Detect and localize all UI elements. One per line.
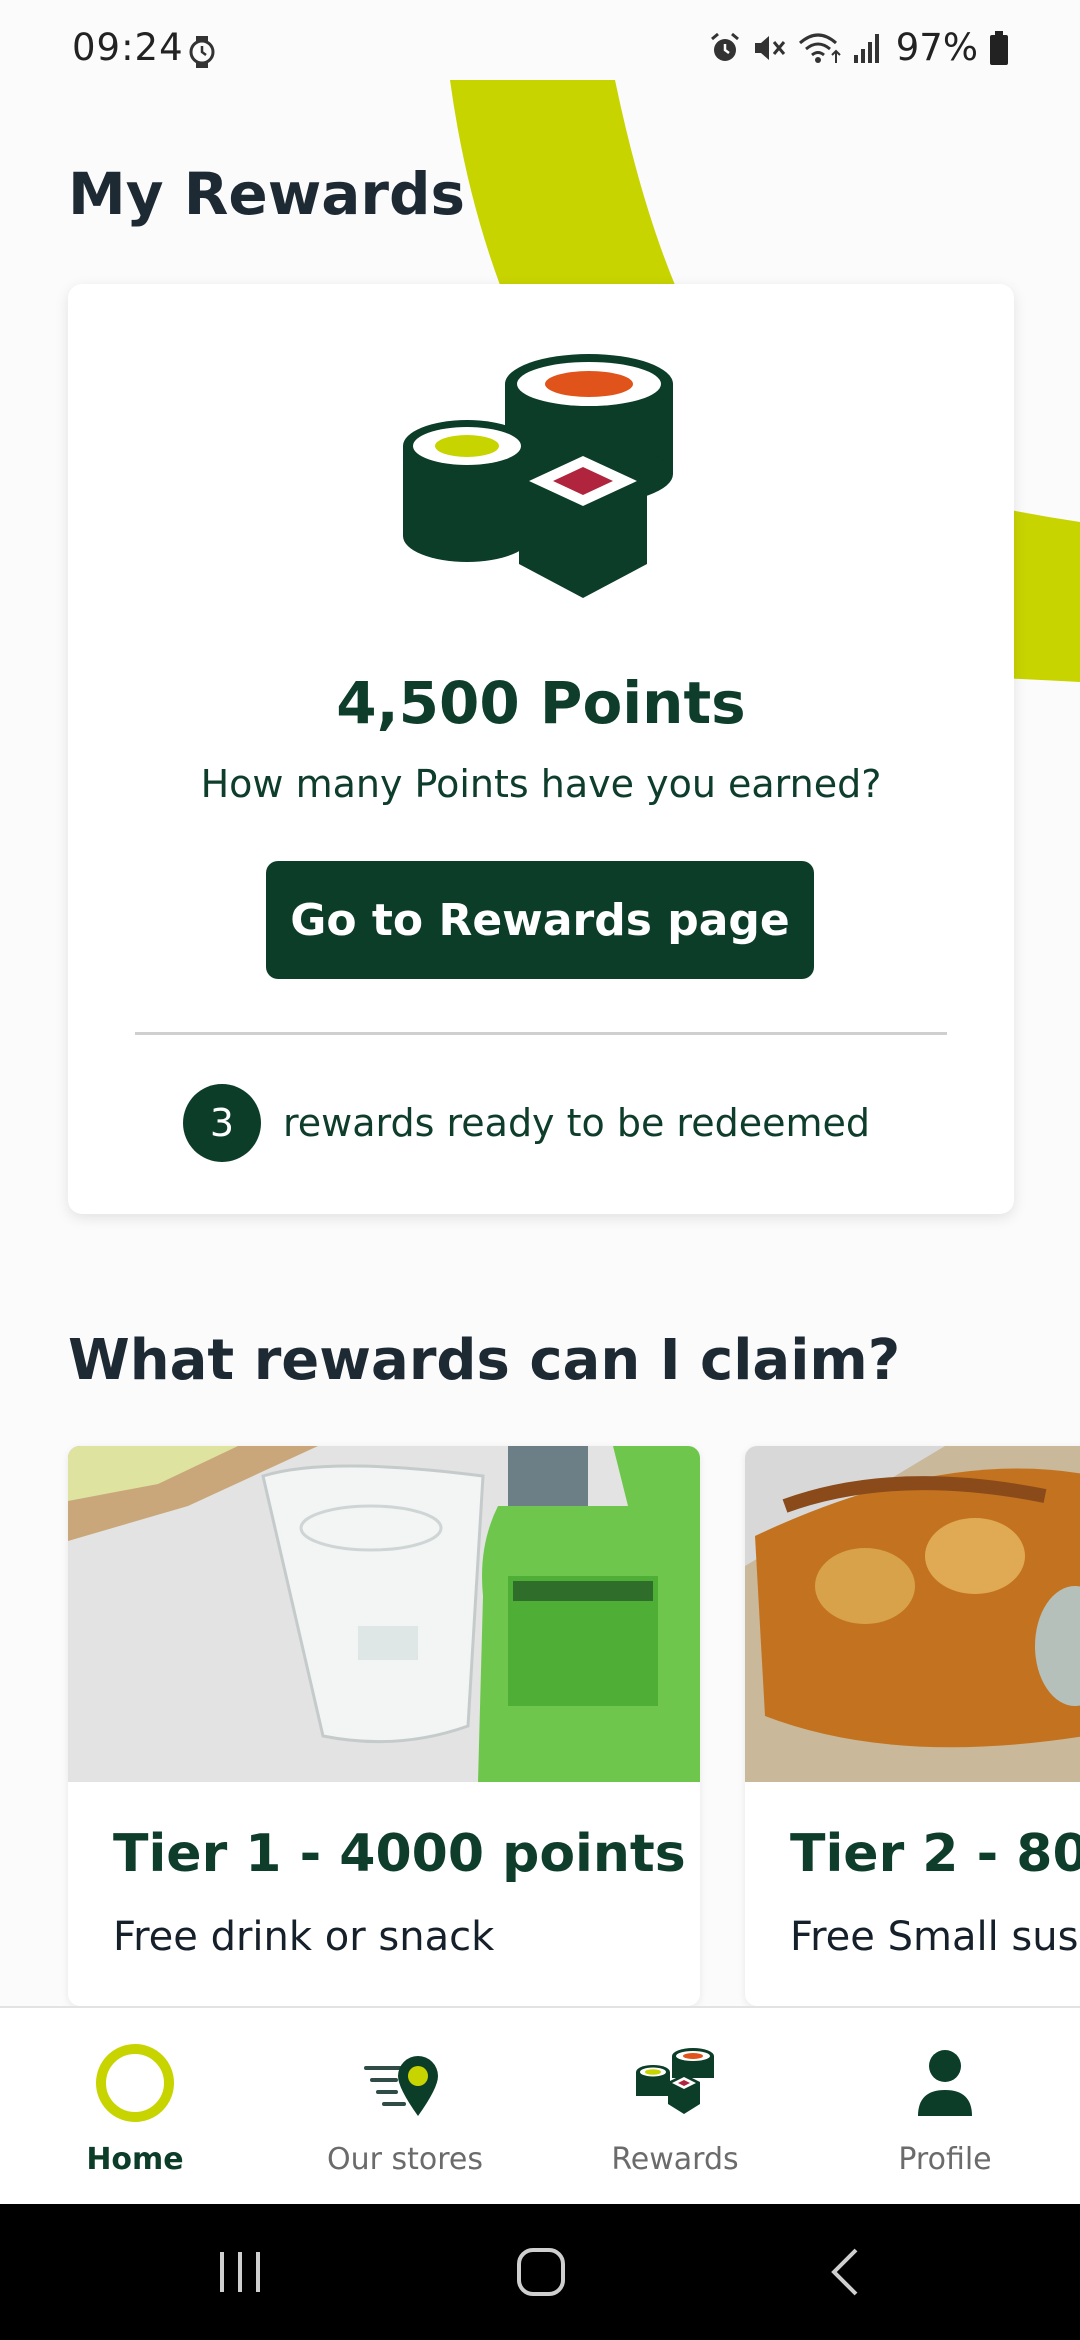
card-divider — [135, 1032, 947, 1035]
nav-profile-label: Profile — [898, 2142, 992, 2177]
nav-home[interactable]: Home — [0, 2008, 270, 2204]
tier-2-description: Free Small sushi — [790, 1914, 1080, 1960]
nav-home-label: Home — [86, 2142, 184, 2177]
tier-2-title: Tier 2 - 8000 points — [790, 1824, 1080, 1884]
section-title: What rewards can I claim? — [68, 1328, 901, 1393]
signal-icon — [853, 33, 879, 63]
redeem-text: rewards ready to be redeemed — [283, 1101, 870, 1145]
nav-our-stores[interactable]: Our stores — [270, 2008, 540, 2204]
back-icon[interactable] — [816, 2244, 876, 2300]
system-navigation-bar — [0, 2204, 1080, 2340]
decorative-lime-stripe-top — [450, 80, 675, 285]
redeemable-rewards-row[interactable]: 3 rewards ready to be redeemed — [183, 1084, 870, 1162]
points-question: How many Points have you earned? — [200, 762, 882, 806]
mute-icon — [754, 35, 785, 60]
tier-1-description: Free drink or snack — [113, 1914, 495, 1960]
battery-level: 97% — [895, 26, 978, 69]
recent-apps-icon[interactable] — [210, 2244, 270, 2300]
points-card: 4,500 Points How many Points have you ea… — [68, 284, 1014, 1214]
redeem-count-badge: 3 — [183, 1084, 261, 1162]
sushi-icon — [636, 2048, 714, 2114]
wifi-icon — [798, 33, 841, 63]
sushi-illustration-icon — [403, 354, 673, 598]
home-ring-icon — [96, 2044, 174, 2122]
home-button-icon[interactable] — [511, 2244, 571, 2300]
page-title: My Rewards — [68, 160, 466, 228]
tier-2-image — [745, 1446, 1080, 1782]
tier-1-image — [68, 1446, 700, 1782]
nav-rewards-label: Rewards — [611, 2142, 739, 2177]
watch-icon — [189, 36, 215, 68]
points-balance: 4,500 Points — [336, 669, 746, 737]
go-to-rewards-button[interactable]: Go to Rewards page — [266, 861, 814, 979]
status-icons: 97% — [708, 26, 1010, 69]
alarm-icon — [710, 32, 739, 61]
bottom-navigation: Home Our stores Rewards Profile — [0, 2006, 1080, 2204]
nav-our-stores-label: Our stores — [326, 2142, 483, 2177]
nav-rewards[interactable]: Rewards — [540, 2008, 810, 2204]
battery-icon — [990, 30, 1008, 65]
profile-icon — [918, 2050, 972, 2116]
screen: 09:24 97% My Rewards 4,500 Points How ma… — [0, 0, 1080, 2340]
tier-card-1[interactable]: Tier 1 - 4000 points Free drink or snack — [68, 1446, 700, 2006]
tier-1-title: Tier 1 - 4000 points — [113, 1824, 686, 1884]
store-location-icon — [364, 2056, 438, 2116]
tier-card-2[interactable]: Tier 2 - 8000 points Free Small sushi — [745, 1446, 1080, 2006]
status-bar: 09:24 97% — [0, 0, 1080, 100]
status-time: 09:24 — [72, 26, 184, 69]
nav-profile[interactable]: Profile — [810, 2008, 1080, 2204]
